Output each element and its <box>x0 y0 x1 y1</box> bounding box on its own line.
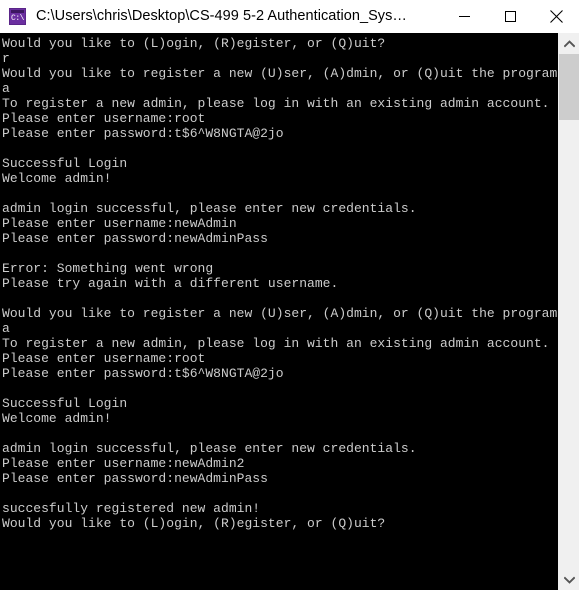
console-line: Error: Something went wrong <box>2 261 214 276</box>
console-line: Please enter password:t$6^W8NGTA@2jo <box>2 126 284 141</box>
console-line: Welcome admin! <box>2 171 112 186</box>
minimize-button[interactable] <box>441 0 487 33</box>
console-line: admin login successful, please enter new… <box>2 441 417 456</box>
console-line: To register a new admin, please log in w… <box>2 336 550 351</box>
console-line: admin login successful, please enter new… <box>2 201 417 216</box>
console-line: Would you like to register a new (U)ser,… <box>2 66 558 81</box>
console-line: succesfully registered new admin! <box>2 501 261 516</box>
console-line: Please enter username:root <box>2 111 206 126</box>
console-line: To register a new admin, please log in w… <box>2 96 550 111</box>
console-line: a <box>2 81 10 96</box>
console-line: Please enter password:newAdminPass <box>2 231 268 246</box>
scrollbar-track[interactable] <box>559 54 579 569</box>
console-line: Please enter username:root <box>2 351 206 366</box>
close-button[interactable] <box>533 0 579 33</box>
console-line: Please enter username:newAdmin <box>2 216 237 231</box>
console-line: Would you like to (L)ogin, (R)egister, o… <box>2 516 386 531</box>
window-title: C:\Users\chris\Desktop\CS-499 5-2 Authen… <box>36 8 406 24</box>
console-line: Successful Login <box>2 156 128 171</box>
maximize-button[interactable] <box>487 0 533 33</box>
icon-glyph-label: C:\ <box>11 13 24 23</box>
scrollbar-thumb[interactable] <box>559 54 579 120</box>
console-line: Please enter password:t$6^W8NGTA@2jo <box>2 366 284 381</box>
vertical-scrollbar[interactable] <box>558 33 579 590</box>
console-line: Successful Login <box>2 396 128 411</box>
console-window: C:\ C:\Users\chris\Desktop\CS-499 5-2 Au… <box>0 0 579 590</box>
window-titlebar[interactable]: C:\ C:\Users\chris\Desktop\CS-499 5-2 Au… <box>0 0 579 33</box>
close-icon <box>549 9 564 24</box>
window-controls <box>441 0 579 33</box>
minimize-icon <box>458 10 471 23</box>
console-line: Welcome admin! <box>2 411 112 426</box>
chevron-up-icon <box>563 39 575 48</box>
chevron-down-icon <box>563 576 575 584</box>
console-line: Please enter username:newAdmin2 <box>2 456 245 471</box>
console-line: a <box>2 321 10 336</box>
console-output[interactable]: Would you like to (L)ogin, (R)egister, o… <box>0 33 558 590</box>
console-line: Please try again with a different userna… <box>2 276 339 291</box>
console-line: Would you like to register a new (U)ser,… <box>2 306 558 321</box>
scrollbar-down-button[interactable] <box>559 569 579 590</box>
maximize-icon <box>504 10 517 23</box>
cmd-console-icon: C:\ <box>9 7 26 25</box>
console-line: r <box>2 51 10 66</box>
scrollbar-up-button[interactable] <box>559 33 579 54</box>
window-body: Would you like to (L)ogin, (R)egister, o… <box>0 33 579 590</box>
console-line: Would you like to (L)ogin, (R)egister, o… <box>2 36 386 51</box>
console-line: Please enter password:newAdminPass <box>2 471 268 486</box>
